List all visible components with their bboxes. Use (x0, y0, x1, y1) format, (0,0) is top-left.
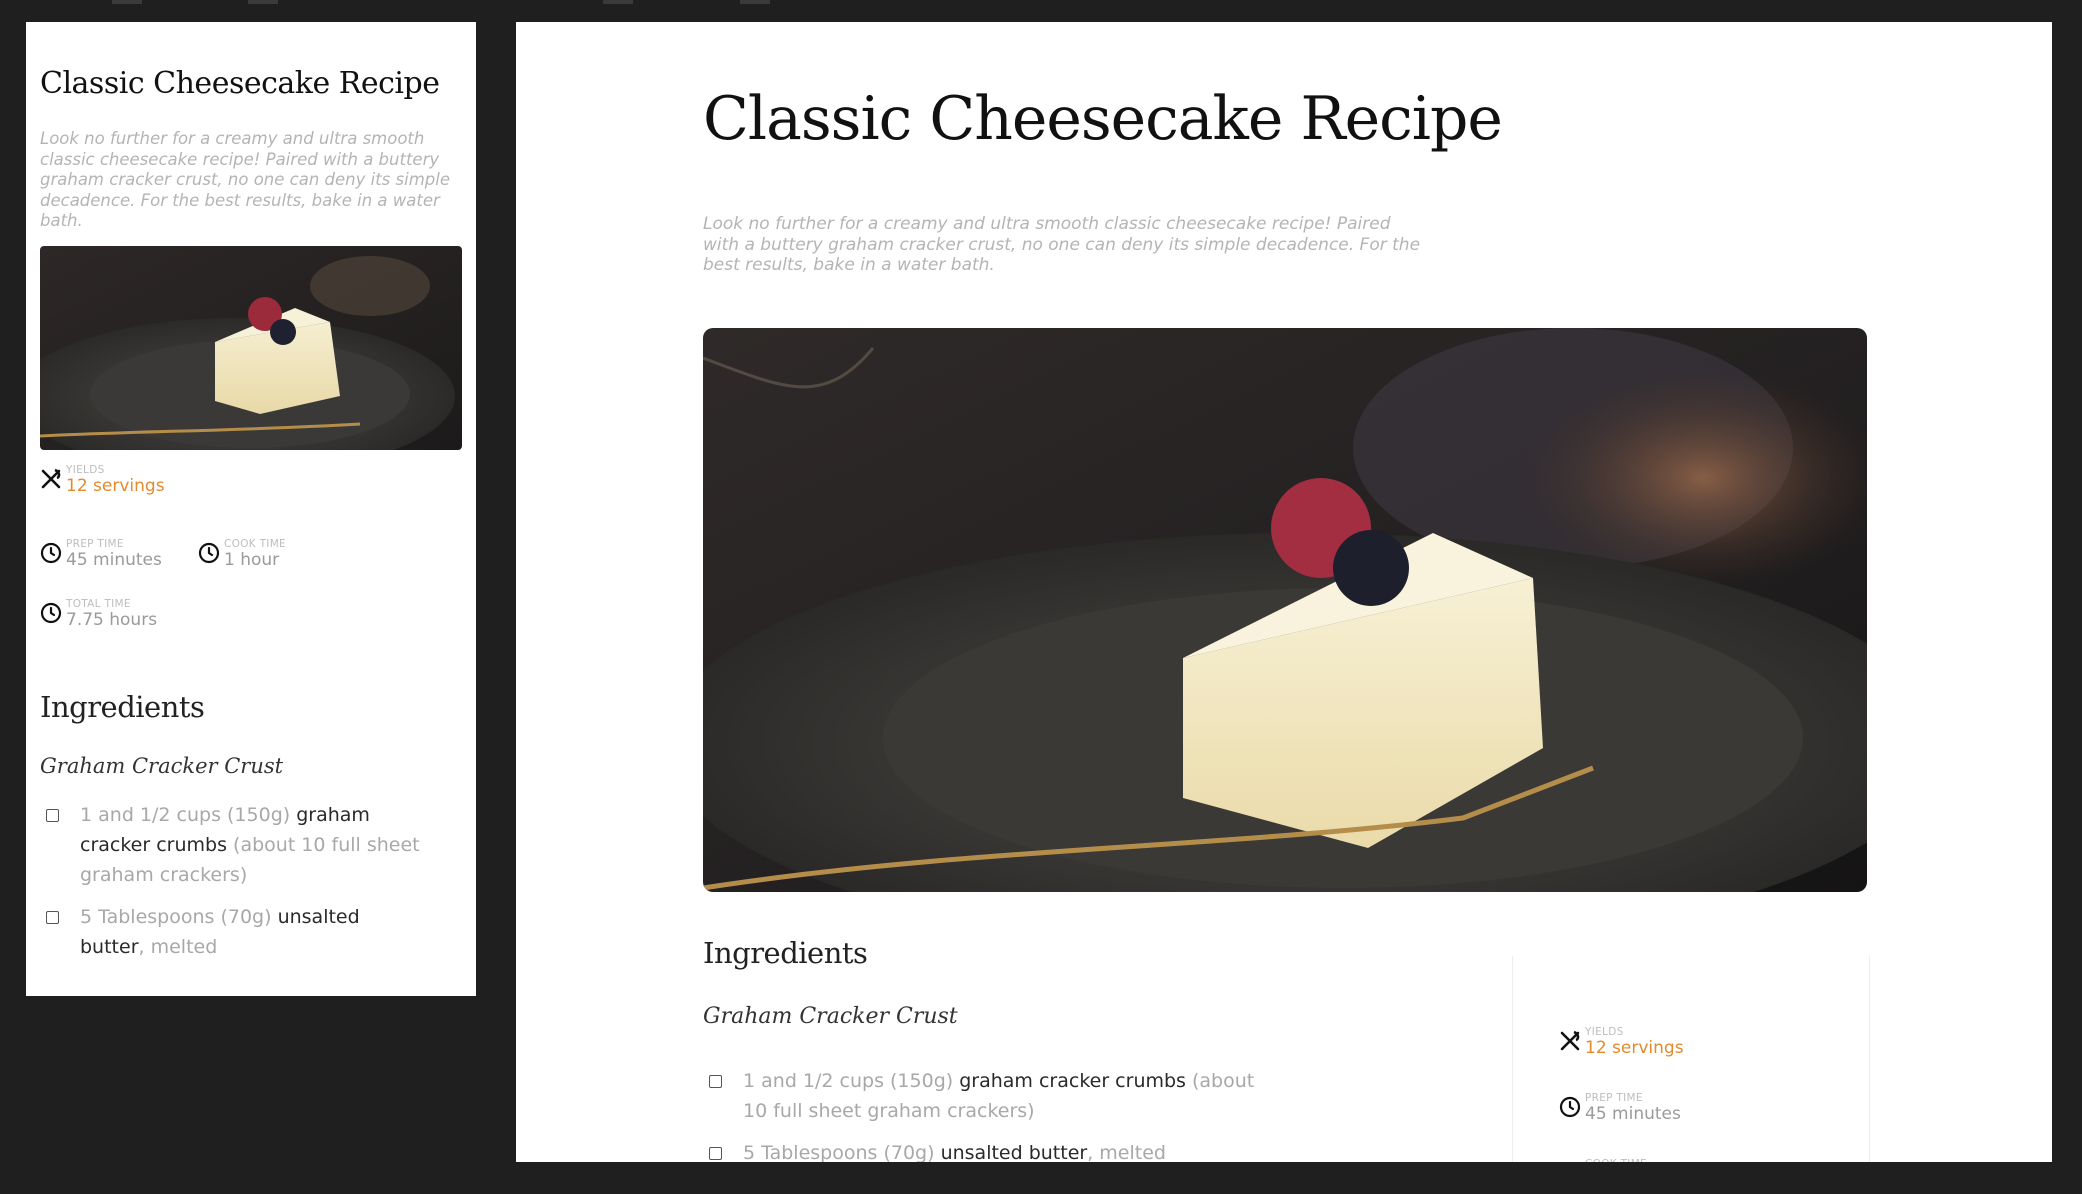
total-time-value: 7.75 hours (66, 609, 158, 630)
ingredient-checkbox[interactable] (46, 910, 59, 924)
prep-time-label: PREP TIME (1585, 1092, 1643, 1104)
mobile-preview: Classic Cheesecake Recipe Look no furthe… (26, 22, 476, 996)
yields-row: YIELDS 12 servings (40, 464, 462, 496)
yields-meta: YIELDS 12 servings (1559, 1026, 1684, 1058)
ingredient-item[interactable]: 5 Tablespoons (70g) unsalted butter, mel… (709, 1138, 1289, 1162)
cook-time-label: COOK TIME (224, 537, 286, 550)
ingredient-item[interactable]: 1 and 1/2 cups (150g) graham cracker cru… (709, 1066, 1289, 1126)
recipe-hero-image (703, 328, 1867, 892)
fork-knife-icon (1559, 1030, 1581, 1056)
ingredient-checkbox[interactable] (709, 1075, 722, 1088)
clock-icon (198, 542, 220, 568)
ingredient-qty: 5 Tablespoons (70g) (743, 1142, 935, 1162)
ingredients-heading: Ingredients (703, 936, 868, 970)
ingredient-name: graham cracker crumbs (959, 1070, 1186, 1092)
ingredient-item[interactable]: 1 and 1/2 cups (150g) graham cracker cru… (40, 800, 462, 890)
ingredient-checkbox[interactable] (46, 808, 59, 822)
recipe-meta-card: YIELDS 12 servings PREP TIME 45 minutes (1512, 956, 1870, 1162)
total-time-label: TOTAL TIME (66, 597, 131, 610)
top-chrome-hint-4 (740, 0, 770, 4)
prep-time-label: PREP TIME (66, 537, 124, 550)
ingredient-qty: 1 and 1/2 cups (150g) (743, 1070, 954, 1092)
clock-icon (40, 602, 62, 628)
recipe-title: Classic Cheesecake Recipe (40, 66, 440, 101)
ingredients-heading: Ingredients (40, 689, 205, 724)
yields-value: 12 servings (1585, 1038, 1684, 1058)
yields-value: 12 servings (66, 475, 165, 496)
cook-time-meta: COOK TIME 1 hour (198, 538, 286, 570)
ingredient-item[interactable]: 5 Tablespoons (70g) unsalted butter, mel… (40, 902, 462, 962)
ingredient-qty: 1 and 1/2 cups (150g) (80, 803, 291, 826)
time-row: PREP TIME 45 minutes COOK TIME 1 hour (40, 538, 462, 570)
recipe-description: Look no further for a creamy and ultra s… (40, 129, 450, 230)
ingredient-name: unsalted butter (940, 1142, 1088, 1162)
clock-icon (1559, 1096, 1581, 1122)
prep-time-meta: PREP TIME 45 minutes (40, 538, 198, 570)
yields-label: YIELDS (1585, 1026, 1624, 1038)
ingredients-list: 1 and 1/2 cups (150g) graham cracker cru… (709, 1066, 1289, 1162)
prep-time-meta: PREP TIME 45 minutes (1559, 1092, 1681, 1124)
ingredient-qty: 5 Tablespoons (70g) (80, 905, 272, 928)
desktop-preview: Classic Cheesecake Recipe Look no furthe… (516, 22, 2052, 1162)
total-time-meta: TOTAL TIME 7.75 hours (40, 598, 157, 630)
total-row: TOTAL TIME 7.75 hours (40, 598, 462, 630)
ingredient-checkbox[interactable] (709, 1147, 722, 1160)
cook-time-label: COOK TIME (1585, 1158, 1647, 1162)
clock-icon (40, 542, 62, 568)
recipe-description: Look no further for a creamy and ultra s… (703, 214, 1421, 275)
ingredient-text: 5 Tablespoons (70g) unsalted butter, mel… (80, 902, 420, 962)
prep-time-value: 45 minutes (66, 549, 162, 570)
ingredient-text: 1 and 1/2 cups (150g) graham cracker cru… (743, 1066, 1283, 1126)
cook-time-value: 1 hour (224, 549, 280, 570)
top-chrome-hint-3 (603, 0, 633, 4)
recipe-hero-image (40, 245, 462, 450)
top-chrome-hint-2 (248, 0, 278, 4)
cook-time-meta: COOK TIME 1 hour (1559, 1158, 1647, 1162)
top-chrome-hint-1 (112, 0, 142, 4)
ingredient-note: , melted (1087, 1142, 1166, 1162)
prep-time-value: 45 minutes (1585, 1104, 1681, 1124)
ingredients-group-title: Graham Cracker Crust (40, 753, 284, 778)
recipe-title: Classic Cheesecake Recipe (703, 84, 1503, 154)
yields-label: YIELDS (66, 463, 105, 476)
yields-meta: YIELDS 12 servings (40, 464, 165, 496)
ingredient-text: 1 and 1/2 cups (150g) graham cracker cru… (80, 800, 420, 890)
ingredients-group-title: Graham Cracker Crust (703, 1004, 958, 1029)
ingredient-note: , melted (138, 935, 218, 958)
ingredients-list: 1 and 1/2 cups (150g) graham cracker cru… (40, 800, 462, 962)
fork-knife-icon (40, 468, 62, 494)
ingredient-text: 5 Tablespoons (70g) unsalted butter, mel… (743, 1138, 1283, 1162)
